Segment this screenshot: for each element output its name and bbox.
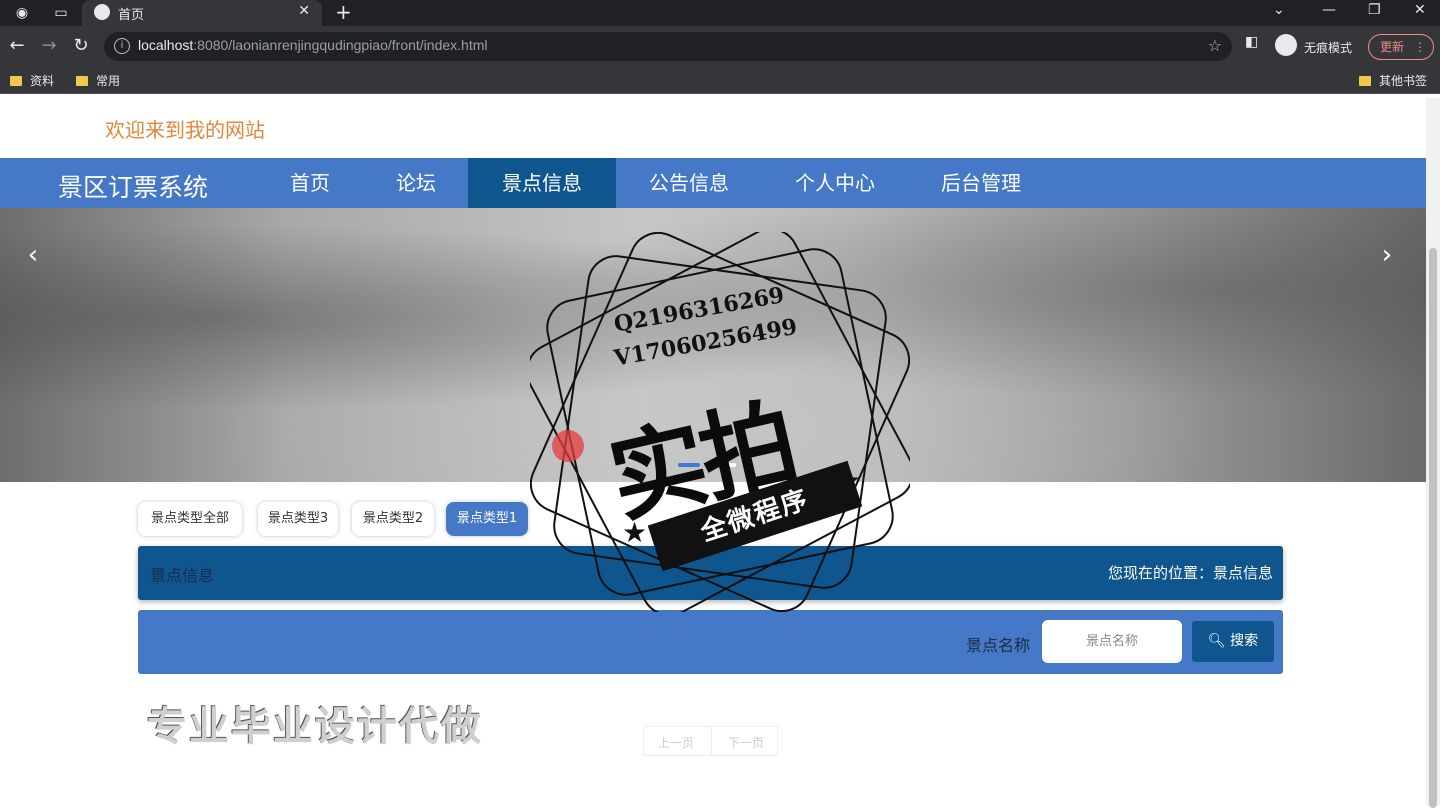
- incognito-label: 无痕模式: [1304, 41, 1353, 55]
- tab-search-icon[interactable]: ▭: [52, 4, 70, 22]
- main-nav: 景区订票系统 首页 论坛 景点信息 公告信息 个人中心 后台管理: [0, 158, 1426, 208]
- tab-close-icon[interactable]: ✕: [298, 3, 310, 19]
- forward-icon[interactable]: →: [38, 35, 60, 57]
- folder-icon: [76, 76, 88, 86]
- bookmark-folder-2[interactable]: 常用: [76, 72, 120, 89]
- close-window-icon[interactable]: ✕: [1414, 2, 1426, 18]
- carousel-next-icon[interactable]: ›: [1372, 240, 1402, 270]
- welcome-text: 欢迎来到我的网站: [105, 118, 265, 142]
- star-icon: ★: [836, 464, 862, 497]
- reload-icon[interactable]: ↻: [70, 35, 92, 57]
- search-label: 景点名称: [966, 636, 1031, 655]
- tab-list-chevron-icon[interactable]: ⌄: [1273, 2, 1285, 18]
- folder-icon: [10, 76, 22, 86]
- search-button[interactable]: 🔍︎ 搜索: [1192, 621, 1274, 662]
- bookmark-star-icon[interactable]: ☆: [1208, 36, 1222, 55]
- menu-dots-icon: ⋮: [1413, 40, 1426, 54]
- tab-title: 首页: [118, 8, 145, 23]
- watermark-stamp: Q2196316269 V17060256499 实拍 全微程序 ★ ★: [530, 232, 910, 612]
- breadcrumb-position: 您现在的位置：景点信息: [1107, 564, 1273, 582]
- nav-home[interactable]: 首页: [262, 158, 358, 208]
- tab-favicon-icon: [94, 4, 110, 20]
- update-button[interactable]: 更新 ⋮: [1368, 34, 1434, 60]
- prev-page-button[interactable]: 上一页: [658, 734, 694, 751]
- url-text[interactable]: localhost:8080/laonianrenjingqudingpiao/…: [138, 37, 487, 53]
- side-panel-icon[interactable]: ◧: [1245, 34, 1258, 50]
- nav-announcements[interactable]: 公告信息: [626, 158, 752, 208]
- search-bar: 景点名称 🔍︎ 搜索: [138, 610, 1283, 674]
- address-bar[interactable]: i localhost:8080/laonianrenjingqudingpia…: [104, 32, 1232, 61]
- star-icon: ★: [622, 516, 648, 549]
- nav-forum[interactable]: 论坛: [368, 158, 464, 208]
- incognito-icon[interactable]: [1275, 34, 1297, 56]
- section-title: 景点信息: [150, 566, 215, 585]
- browser-tab-strip: ◉ ▭ 首页 ✕ + ⌄ — ❐ ✕: [0, 0, 1440, 26]
- folder-icon: [1359, 76, 1371, 86]
- minimize-icon[interactable]: —: [1322, 2, 1336, 18]
- next-page-button[interactable]: 下一页: [728, 734, 764, 751]
- filter-type3[interactable]: 景点类型3: [258, 502, 338, 536]
- nav-personal-center[interactable]: 个人中心: [772, 158, 898, 208]
- restore-icon[interactable]: ❐: [1368, 2, 1381, 18]
- page-scrollbar[interactable]: [1426, 98, 1440, 808]
- bookmarks-bar: 资料 常用 其他书签: [0, 66, 1440, 94]
- watermark-text: 专业毕业设计代做: [147, 704, 483, 750]
- new-tab-icon[interactable]: +: [335, 0, 352, 24]
- nav-admin[interactable]: 后台管理: [918, 158, 1044, 208]
- nav-attractions[interactable]: 景点信息: [468, 158, 616, 208]
- filter-all[interactable]: 景点类型全部: [138, 502, 242, 536]
- scrollbar-thumb[interactable]: [1429, 248, 1437, 808]
- search-icon: 🔍︎: [1207, 633, 1226, 649]
- site-info-icon[interactable]: i: [114, 38, 130, 54]
- bookmark-folder-1[interactable]: 资料: [10, 72, 54, 89]
- carousel-prev-icon[interactable]: ‹: [18, 240, 48, 270]
- back-icon[interactable]: ←: [6, 35, 28, 57]
- filter-type1[interactable]: 景点类型1: [446, 502, 528, 536]
- pagination: 上一页 下一页: [643, 726, 778, 756]
- other-bookmarks[interactable]: 其他书签: [1359, 72, 1427, 89]
- globe-icon[interactable]: ◉: [13, 4, 31, 22]
- browser-toolbar: ← → ↻ i localhost:8080/laonianrenjingqud…: [0, 26, 1440, 66]
- search-input[interactable]: [1042, 620, 1182, 663]
- cursor-highlight: [552, 430, 584, 462]
- filter-type2[interactable]: 景点类型2: [352, 502, 434, 536]
- browser-tab-active[interactable]: 首页 ✕: [82, 0, 322, 26]
- site-brand[interactable]: 景区订票系统: [58, 168, 208, 204]
